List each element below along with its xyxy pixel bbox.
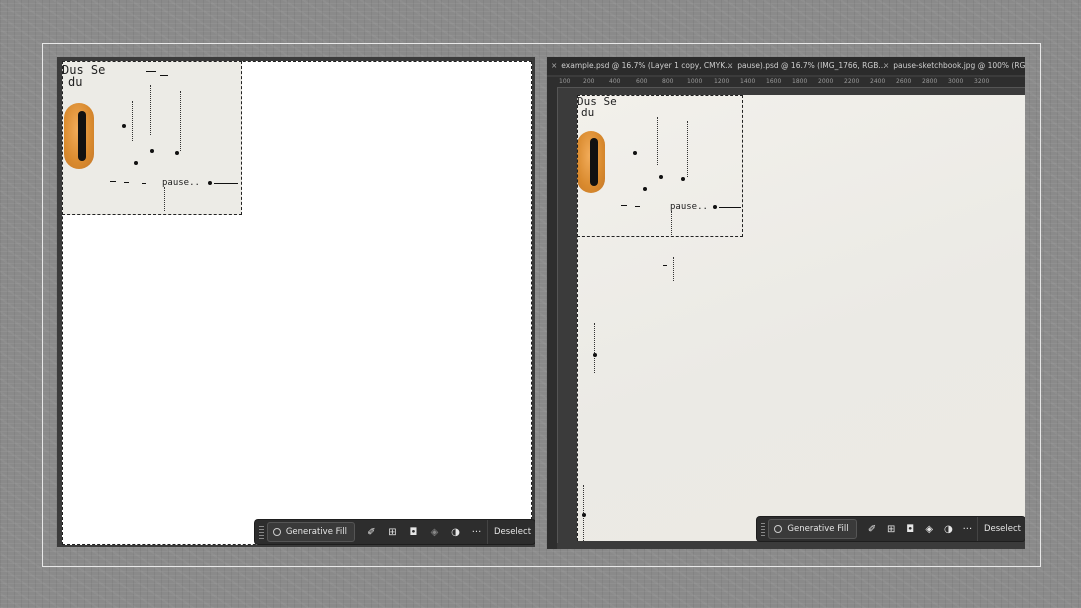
right-photoshop-window: × example.psd @ 16.7% (Layer 1 copy, CMYK… — [547, 57, 1025, 549]
contextual-task-bar: Generative Fill ✐ ⊞ ◘ ◈ ◑ ··· Deselect — [255, 520, 535, 544]
adjustment-icon[interactable]: ◑ — [939, 517, 958, 541]
expand-icon[interactable]: ⊞ — [382, 520, 403, 544]
close-icon[interactable]: × — [551, 61, 557, 70]
vertical-ruler[interactable] — [547, 87, 558, 549]
sparkle-icon — [272, 528, 281, 536]
ruler-corner — [547, 77, 557, 87]
selection-marquee — [577, 95, 743, 237]
fill-bucket-icon[interactable]: ◈ — [424, 520, 445, 544]
selection-marquee — [62, 61, 242, 215]
drag-handle[interactable] — [761, 522, 766, 536]
generative-fill-label: Generative Fill — [787, 524, 849, 534]
tab-pause[interactable]: × pause).psd @ 16.7% (IMG_1766, RGB... — [727, 57, 886, 75]
document-tab-bar: × example.psd @ 16.7% (Layer 1 copy, CMYK… — [547, 57, 1025, 75]
brush-icon[interactable]: ✐ — [863, 517, 882, 541]
close-icon[interactable]: × — [883, 61, 889, 70]
generative-fill-label: Generative Fill — [285, 527, 347, 537]
horizontal-ruler[interactable]: 100 200 400 600 800 1000 1200 1400 1600 … — [557, 77, 1025, 88]
generative-fill-button[interactable]: Generative Fill — [266, 522, 355, 542]
deselect-button[interactable]: Deselect — [487, 520, 535, 544]
tab-pause-sketchbook[interactable]: × pause-sketchbook.jpg @ 100% (RGB... — [883, 57, 1025, 75]
fill-bucket-icon[interactable]: ◈ — [920, 517, 939, 541]
more-icon[interactable]: ··· — [958, 517, 977, 541]
adjustment-icon[interactable]: ◑ — [445, 520, 466, 544]
tab-example[interactable]: × example.psd @ 16.7% (Layer 1 copy, CMYK… — [551, 57, 732, 75]
selection-marquee-left-edge — [577, 95, 578, 541]
contextual-task-bar: Generative Fill ✐ ⊞ ◘ ◈ ◑ ··· Deselect — [757, 517, 1025, 541]
deselect-button[interactable]: Deselect — [976, 517, 1025, 541]
close-icon[interactable]: × — [727, 61, 733, 70]
brush-icon[interactable]: ✐ — [361, 520, 382, 544]
sparkle-icon — [774, 525, 783, 533]
mask-icon[interactable]: ◘ — [403, 520, 424, 544]
more-icon[interactable]: ··· — [466, 520, 487, 544]
generative-fill-button[interactable]: Generative Fill — [768, 519, 857, 539]
mask-icon[interactable]: ◘ — [901, 517, 920, 541]
status-bar — [557, 543, 1025, 549]
drag-handle[interactable] — [259, 525, 264, 539]
left-canvas-panel: Dus Se du pause.. Generative Fill ✐ ⊞ ◘ … — [57, 57, 535, 547]
expand-icon[interactable]: ⊞ — [882, 517, 901, 541]
